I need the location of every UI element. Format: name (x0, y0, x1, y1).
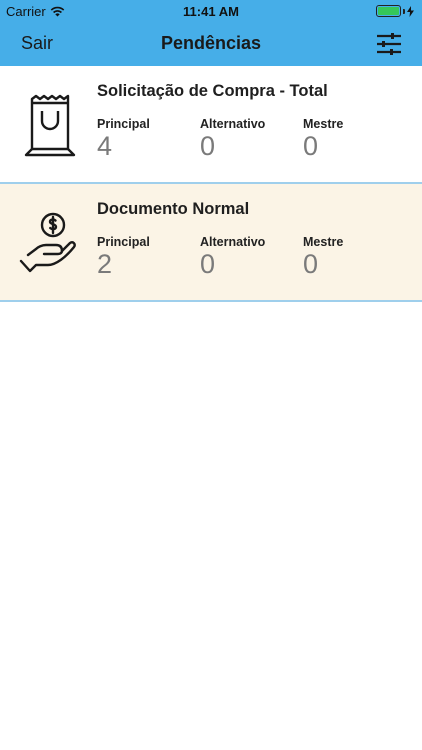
mestre-count: 0 (303, 249, 319, 279)
pending-card-normal-document[interactable]: Documento Normal Principal 2 Alternativo… (0, 184, 422, 302)
principal-label: Principal (97, 235, 150, 249)
mestre-column: Mestre 0 (303, 235, 403, 279)
alternativo-column: Alternativo 0 (200, 235, 300, 279)
alternativo-count: 0 (200, 131, 216, 161)
card-title: Documento Normal (97, 200, 250, 218)
status-bar: Carrier 11:41 AM (0, 0, 422, 22)
alternativo-column: Alternativo 0 (200, 117, 300, 161)
principal-column: Principal 4 (97, 117, 197, 161)
principal-count: 2 (97, 249, 113, 279)
mestre-label: Mestre (303, 117, 344, 131)
card-title: Solicitação de Compra - Total (97, 82, 328, 100)
mestre-column: Mestre 0 (303, 117, 403, 161)
alternativo-label: Alternativo (200, 235, 266, 249)
sliders-icon[interactable] (376, 31, 402, 57)
charging-icon (407, 5, 414, 17)
header-bar: Carrier 11:41 AM Sair Pendências (0, 0, 422, 66)
status-time: 11:41 AM (183, 4, 239, 19)
back-button[interactable]: Sair (21, 33, 53, 54)
shopping-bag-icon (24, 94, 76, 157)
mestre-label: Mestre (303, 235, 344, 249)
navigation-bar: Sair Pendências (0, 22, 422, 66)
alternativo-label: Alternativo (200, 117, 266, 131)
hand-coin-icon (19, 212, 76, 273)
battery-icon (376, 5, 414, 17)
pending-card-purchase-request[interactable]: Solicitação de Compra - Total Principal … (0, 66, 422, 184)
principal-column: Principal 2 (97, 235, 197, 279)
page-title: Pendências (160, 33, 262, 53)
principal-count: 4 (97, 131, 113, 161)
alternativo-count: 0 (200, 249, 216, 279)
mestre-count: 0 (303, 131, 319, 161)
principal-label: Principal (97, 117, 150, 131)
